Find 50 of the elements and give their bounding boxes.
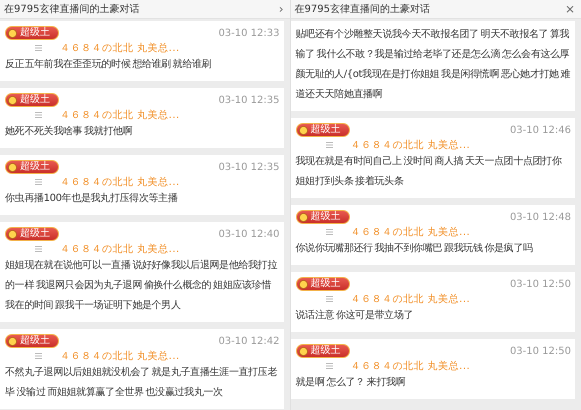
message-text: 说话注意 你这可是带立场了 [296, 308, 414, 323]
message-time: 03-10 12:35 [218, 162, 280, 172]
message-time: 03-10 12:50 [510, 278, 571, 290]
level-icon [35, 112, 42, 118]
user-name[interactable]: ４６８４の北北 丸美总... [350, 138, 470, 152]
message-text: 就是啊 怎么了？ 来打我啊 [296, 376, 406, 390]
user-name[interactable]: ４６８４の北北 丸美总... [60, 175, 180, 189]
message-text: 反正五年前我在歪歪玩的时候 想给谁刷 就给谁刷 [5, 58, 212, 72]
header-button[interactable]: › [278, 3, 284, 15]
user-name[interactable]: ４６８４の北北 丸美总... [60, 242, 180, 256]
message-time: 03-10 12:50 [510, 346, 571, 356]
rank-badge: 超级土 [296, 344, 350, 358]
message-text: 贴吧还有个沙雕整天说我今天不敢报名团了 明天不敢报名了 算我输了 我什么不敢？我是输过给老毕了还是怎么滴 怎么会有这么厚颜无耻的人/{ot我现在是打你姐姐 我是闲得慌啊 恶心她才打她 难道还天天陪她直播啊 [296, 28, 571, 102]
rank-badge: 超级土 [5, 26, 59, 40]
message-text: 你虫再播100年也是我丸打压得次等主播 [5, 192, 178, 206]
level-icon [35, 246, 42, 252]
panel-title: 在9795玄律直播间的土豪对话 [4, 2, 140, 16]
level-icon [35, 45, 42, 51]
message-time: 03-10 12:42 [218, 336, 280, 346]
user-name[interactable]: ４６８４の北北 丸美总... [60, 41, 180, 55]
message-time: 03-10 12:46 [510, 124, 571, 136]
level-icon [35, 353, 42, 359]
message-time: 03-10 12:33 [218, 28, 280, 38]
rank-badge: 超级土 [5, 227, 59, 241]
rank-badge: 超级土 [296, 277, 350, 291]
rank-badge: 超级土 [5, 160, 59, 174]
level-icon [326, 229, 332, 235]
message-text: 姐姐现在就在说他可以一直播 说好好像我以后退网是他给我打拉的一样 我退网只会因为丸子退网 偷换什么概念的 姐姐应该珍惜我在的时间 跟我干一场证明下她是个男人 [5, 258, 278, 313]
user-name[interactable]: ４６８４の北北 丸美总... [350, 292, 470, 306]
message-text: 我现在就是有时间自己上 没时间 商人搞 天天一点团十点团打你姐姐打到头条 接着玩头条 [296, 154, 563, 189]
message-text: 不然丸子退网以后姐姐就没机会了 就是丸子直播生涯一直打压老毕 没输过 而姐姐就算赢了全世界 也没赢过我丸一次 [5, 366, 278, 400]
rank-badge: 超级土 [296, 123, 350, 137]
level-icon [326, 142, 332, 148]
level-icon [35, 179, 42, 185]
level-icon [326, 296, 332, 302]
user-name[interactable]: ４６８４の北北 丸美总... [350, 359, 470, 373]
level-icon [326, 363, 332, 369]
message-time: 03-10 12:35 [218, 94, 280, 106]
header-button[interactable]: × [564, 3, 575, 15]
message-text: 她死不死关我啥事 我就打他啊 [5, 124, 134, 139]
message-text: 你说你玩嘴那还行 我抽不到你嘴巴 跟我玩钱 你是疯了吗 [296, 242, 534, 256]
user-name[interactable]: ４６８４の北北 丸美总... [60, 108, 180, 122]
message-time: 03-10 12:48 [510, 212, 571, 222]
panel-title: 在9795玄律直播间的土豪对话 [294, 2, 430, 16]
rank-badge: 超级土 [5, 93, 59, 107]
user-name[interactable]: ４６８４の北北 丸美总... [60, 349, 180, 363]
message-time: 03-10 12:40 [218, 228, 280, 240]
rank-badge: 超级土 [296, 210, 350, 224]
user-name[interactable]: ４６８４の北北 丸美总... [350, 225, 470, 239]
rank-badge: 超级土 [5, 334, 59, 348]
